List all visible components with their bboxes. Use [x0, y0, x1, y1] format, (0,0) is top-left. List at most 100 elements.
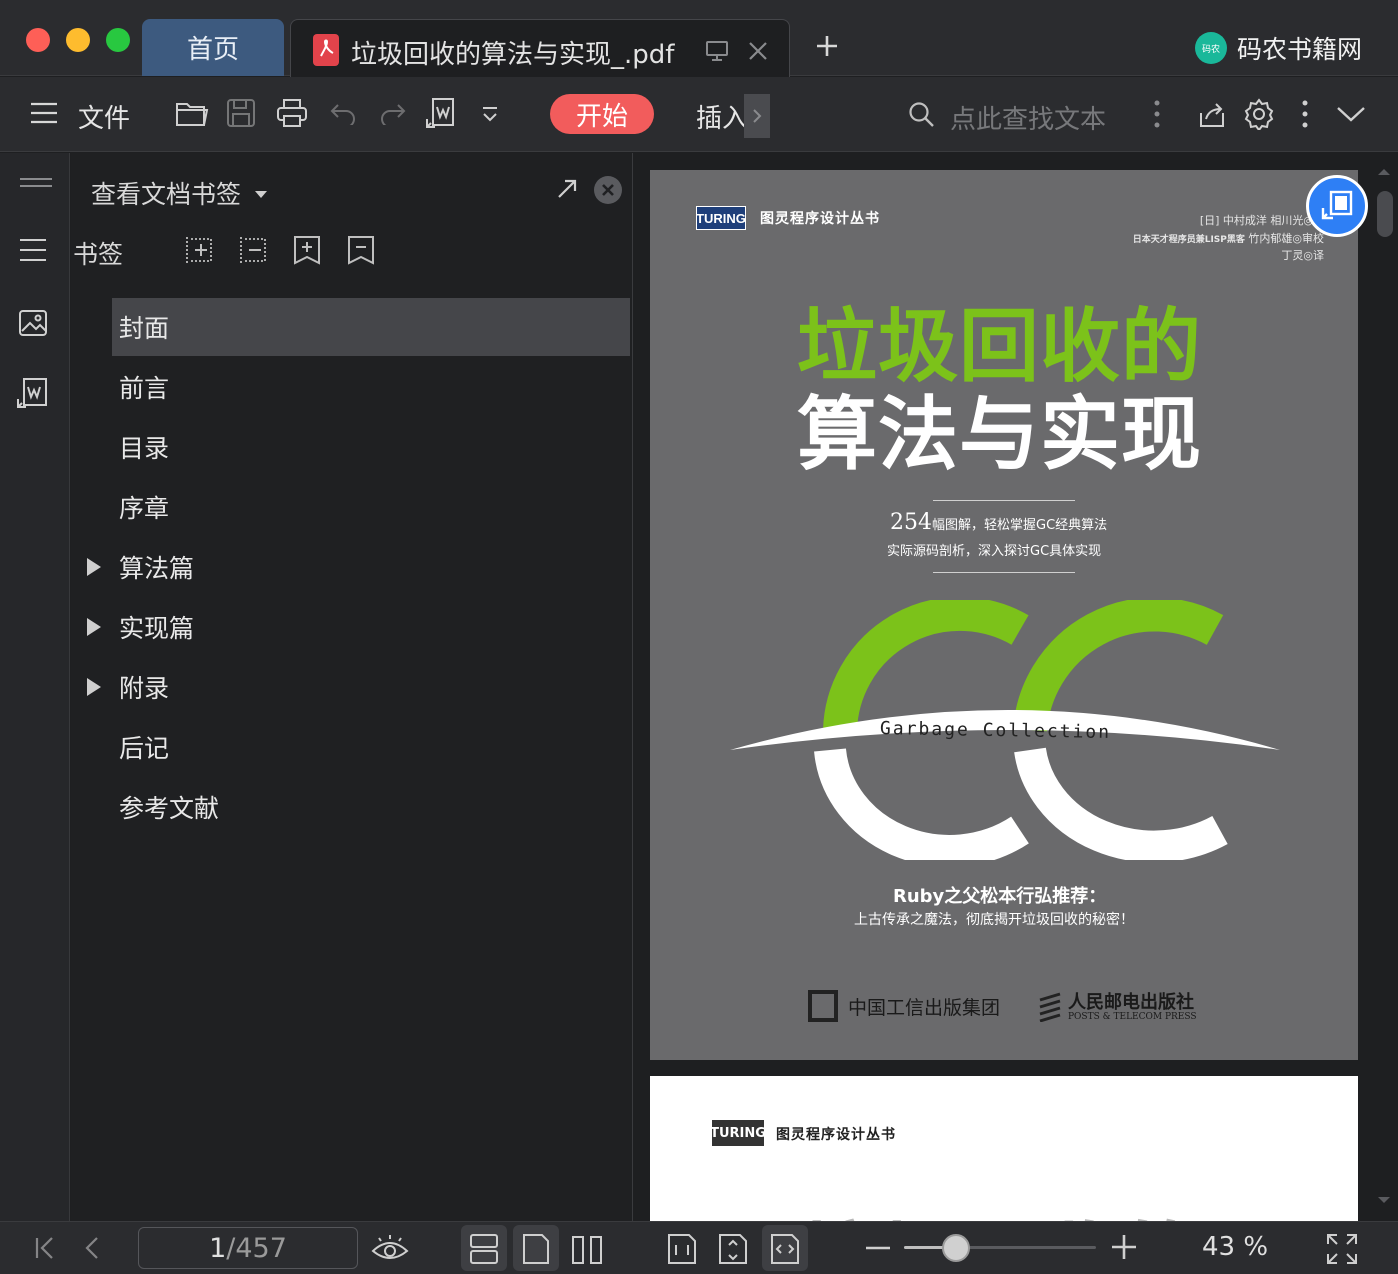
convert-icon[interactable] — [16, 377, 50, 411]
publisher1: 中国工信出版集团 — [848, 997, 1001, 1019]
zoom-level[interactable]: 43 % — [1202, 1232, 1268, 1262]
maximize-window-button[interactable] — [106, 28, 130, 52]
vertical-scrollbar-thumb[interactable] — [1377, 191, 1393, 237]
bookmark-item[interactable]: 封面 — [112, 298, 630, 356]
recommend-text: 上古传承之魔法，彻底揭开垃圾回收的秘密！ — [854, 912, 1134, 928]
page-cover: TURING 图灵程序设计丛书 [日] 中村成洋 相川光◎著 日本天才程序员兼L… — [650, 170, 1358, 1060]
bookmark-panel: 查看文档书签 书签 封面 前言 目录 序章 算法篇 实现篇 附录 后记 参考文献 — [71, 153, 633, 1221]
close-tab-icon[interactable] — [747, 40, 769, 62]
more-dropdown-icon[interactable] — [480, 105, 500, 125]
detach-panel-icon[interactable] — [557, 179, 577, 199]
panel-title: 查看文档书签 — [91, 180, 242, 209]
divider-top — [933, 500, 1075, 501]
tab-start[interactable]: 开始 — [550, 94, 654, 134]
undo-icon[interactable] — [330, 101, 358, 125]
open-folder-icon[interactable] — [175, 98, 209, 128]
bookmark-item[interactable]: 目录 — [112, 418, 630, 476]
bookmark-item[interactable]: 参考文献 — [112, 778, 630, 836]
bookmark-item-label: 后记 — [119, 734, 170, 763]
zoom-slider-thumb[interactable] — [941, 1234, 970, 1262]
scroll-up-icon[interactable] — [1376, 167, 1392, 177]
two-page-icon[interactable] — [571, 1233, 603, 1265]
zoom-slider[interactable] — [904, 1234, 1096, 1262]
status-bar: 1/457 43 % — [0, 1221, 1398, 1274]
panel-title-dropdown[interactable]: 查看文档书签 — [91, 175, 267, 211]
minimize-window-button[interactable] — [66, 28, 90, 52]
fit-page-icon[interactable] — [718, 1233, 748, 1265]
settings-gear-icon[interactable] — [1243, 98, 1275, 130]
zoom-out-icon[interactable] — [866, 1246, 890, 1250]
new-tab-button[interactable] — [815, 34, 839, 58]
bookmark-item[interactable]: 算法篇 — [112, 538, 630, 596]
bookmark-item-label: 目录 — [119, 434, 170, 463]
bookmark-item-label: 封面 — [119, 314, 170, 343]
close-window-button[interactable] — [26, 28, 50, 52]
bookmark-item-label: 实现篇 — [119, 614, 195, 643]
title-bar: 首页 垃圾回收的算法与实现_.pdf 码农 码农书籍网 — [0, 0, 1398, 77]
first-page-icon[interactable] — [34, 1236, 56, 1260]
remove-bookmark-icon[interactable] — [347, 235, 375, 265]
pdf-file-icon — [313, 34, 339, 66]
publisher2-en: POSTS & TELECOM PRESS — [1068, 1012, 1197, 1022]
thumbnail-icon[interactable] — [18, 309, 48, 337]
tab-document[interactable]: 垃圾回收的算法与实现_.pdf — [290, 19, 790, 77]
bookmark-list-icon[interactable] — [20, 238, 48, 262]
search-input[interactable]: 点此查找文本 — [950, 99, 1106, 136]
bookmark-item[interactable]: 附录 — [112, 658, 630, 716]
bookmark-item-label: 序章 — [119, 494, 170, 523]
add-bookmark-icon[interactable] — [293, 235, 321, 265]
previous-page-icon[interactable] — [84, 1236, 100, 1260]
publisher2-logo-icon — [1038, 992, 1062, 1022]
expand-arrow-icon[interactable] — [87, 618, 101, 636]
expand-arrow-icon[interactable] — [87, 678, 101, 696]
toolbar: 文件 开始 插入 点此查找文本 — [0, 77, 1398, 152]
present-icon[interactable] — [705, 40, 729, 62]
float-convert-button[interactable] — [1306, 175, 1368, 237]
translator: 丁灵◎译 — [1281, 249, 1324, 262]
left-rail — [0, 153, 70, 1221]
total-pages: 457 — [235, 1232, 287, 1264]
series-name: 图灵程序设计丛书 — [760, 211, 880, 227]
fit-width-icon[interactable] — [770, 1233, 800, 1265]
search-icon[interactable] — [908, 101, 936, 129]
single-page-icon[interactable] — [522, 1233, 550, 1265]
hamburger-menu-icon[interactable] — [30, 102, 58, 124]
page-2: TURING 图灵程序设计丛书 垃圾回收的 — [650, 1076, 1358, 1221]
collapse-toolbar-icon[interactable] — [1336, 105, 1366, 123]
continuous-scroll-icon[interactable] — [469, 1233, 499, 1265]
collapse-all-icon[interactable] — [239, 235, 267, 265]
document-view[interactable]: TURING 图灵程序设计丛书 [日] 中村成洋 相川光◎著 日本天才程序员兼L… — [634, 153, 1398, 1221]
actual-size-icon[interactable] — [667, 1233, 697, 1265]
brand-name: 码农书籍网 — [1236, 35, 1362, 64]
brand[interactable]: 码农 码农书籍网 — [1194, 30, 1362, 66]
bookmark-item[interactable]: 实现篇 — [112, 598, 630, 656]
share-icon[interactable] — [1197, 99, 1227, 129]
panel-toggle-icon[interactable] — [20, 177, 52, 189]
redo-icon[interactable] — [378, 101, 406, 125]
save-icon[interactable] — [226, 98, 256, 128]
page-number-input[interactable]: 1/457 — [138, 1227, 358, 1269]
zoom-in-icon[interactable] — [1112, 1235, 1136, 1259]
bookmark-item[interactable]: 后记 — [112, 718, 630, 776]
bookmark-item[interactable]: 序章 — [112, 478, 630, 536]
file-menu[interactable]: 文件 — [78, 98, 130, 135]
fullscreen-icon[interactable] — [1326, 1233, 1358, 1265]
expand-arrow-icon[interactable] — [87, 558, 101, 576]
convert-to-word-icon[interactable] — [425, 97, 457, 131]
search-options-icon[interactable] — [1153, 99, 1161, 129]
more-options-icon[interactable] — [1301, 99, 1309, 129]
close-panel-icon[interactable] — [594, 176, 622, 204]
tab-home[interactable]: 首页 — [142, 19, 284, 76]
recommend-title: Ruby之父松本行弘推荐： — [893, 886, 1107, 907]
tab-insert[interactable]: 插入 — [696, 98, 748, 135]
tab-start-label: 开始 — [575, 101, 628, 132]
scroll-tabs-button[interactable] — [744, 94, 770, 138]
bookmark-item-label: 算法篇 — [119, 554, 195, 583]
expand-all-icon[interactable] — [185, 235, 213, 265]
eye-care-icon[interactable] — [371, 1233, 409, 1263]
bookmark-item-label: 附录 — [119, 674, 170, 703]
bookmark-item[interactable]: 前言 — [112, 358, 630, 416]
scroll-down-icon[interactable] — [1376, 1195, 1392, 1205]
print-icon[interactable] — [276, 98, 308, 128]
divider-bottom — [933, 572, 1075, 573]
